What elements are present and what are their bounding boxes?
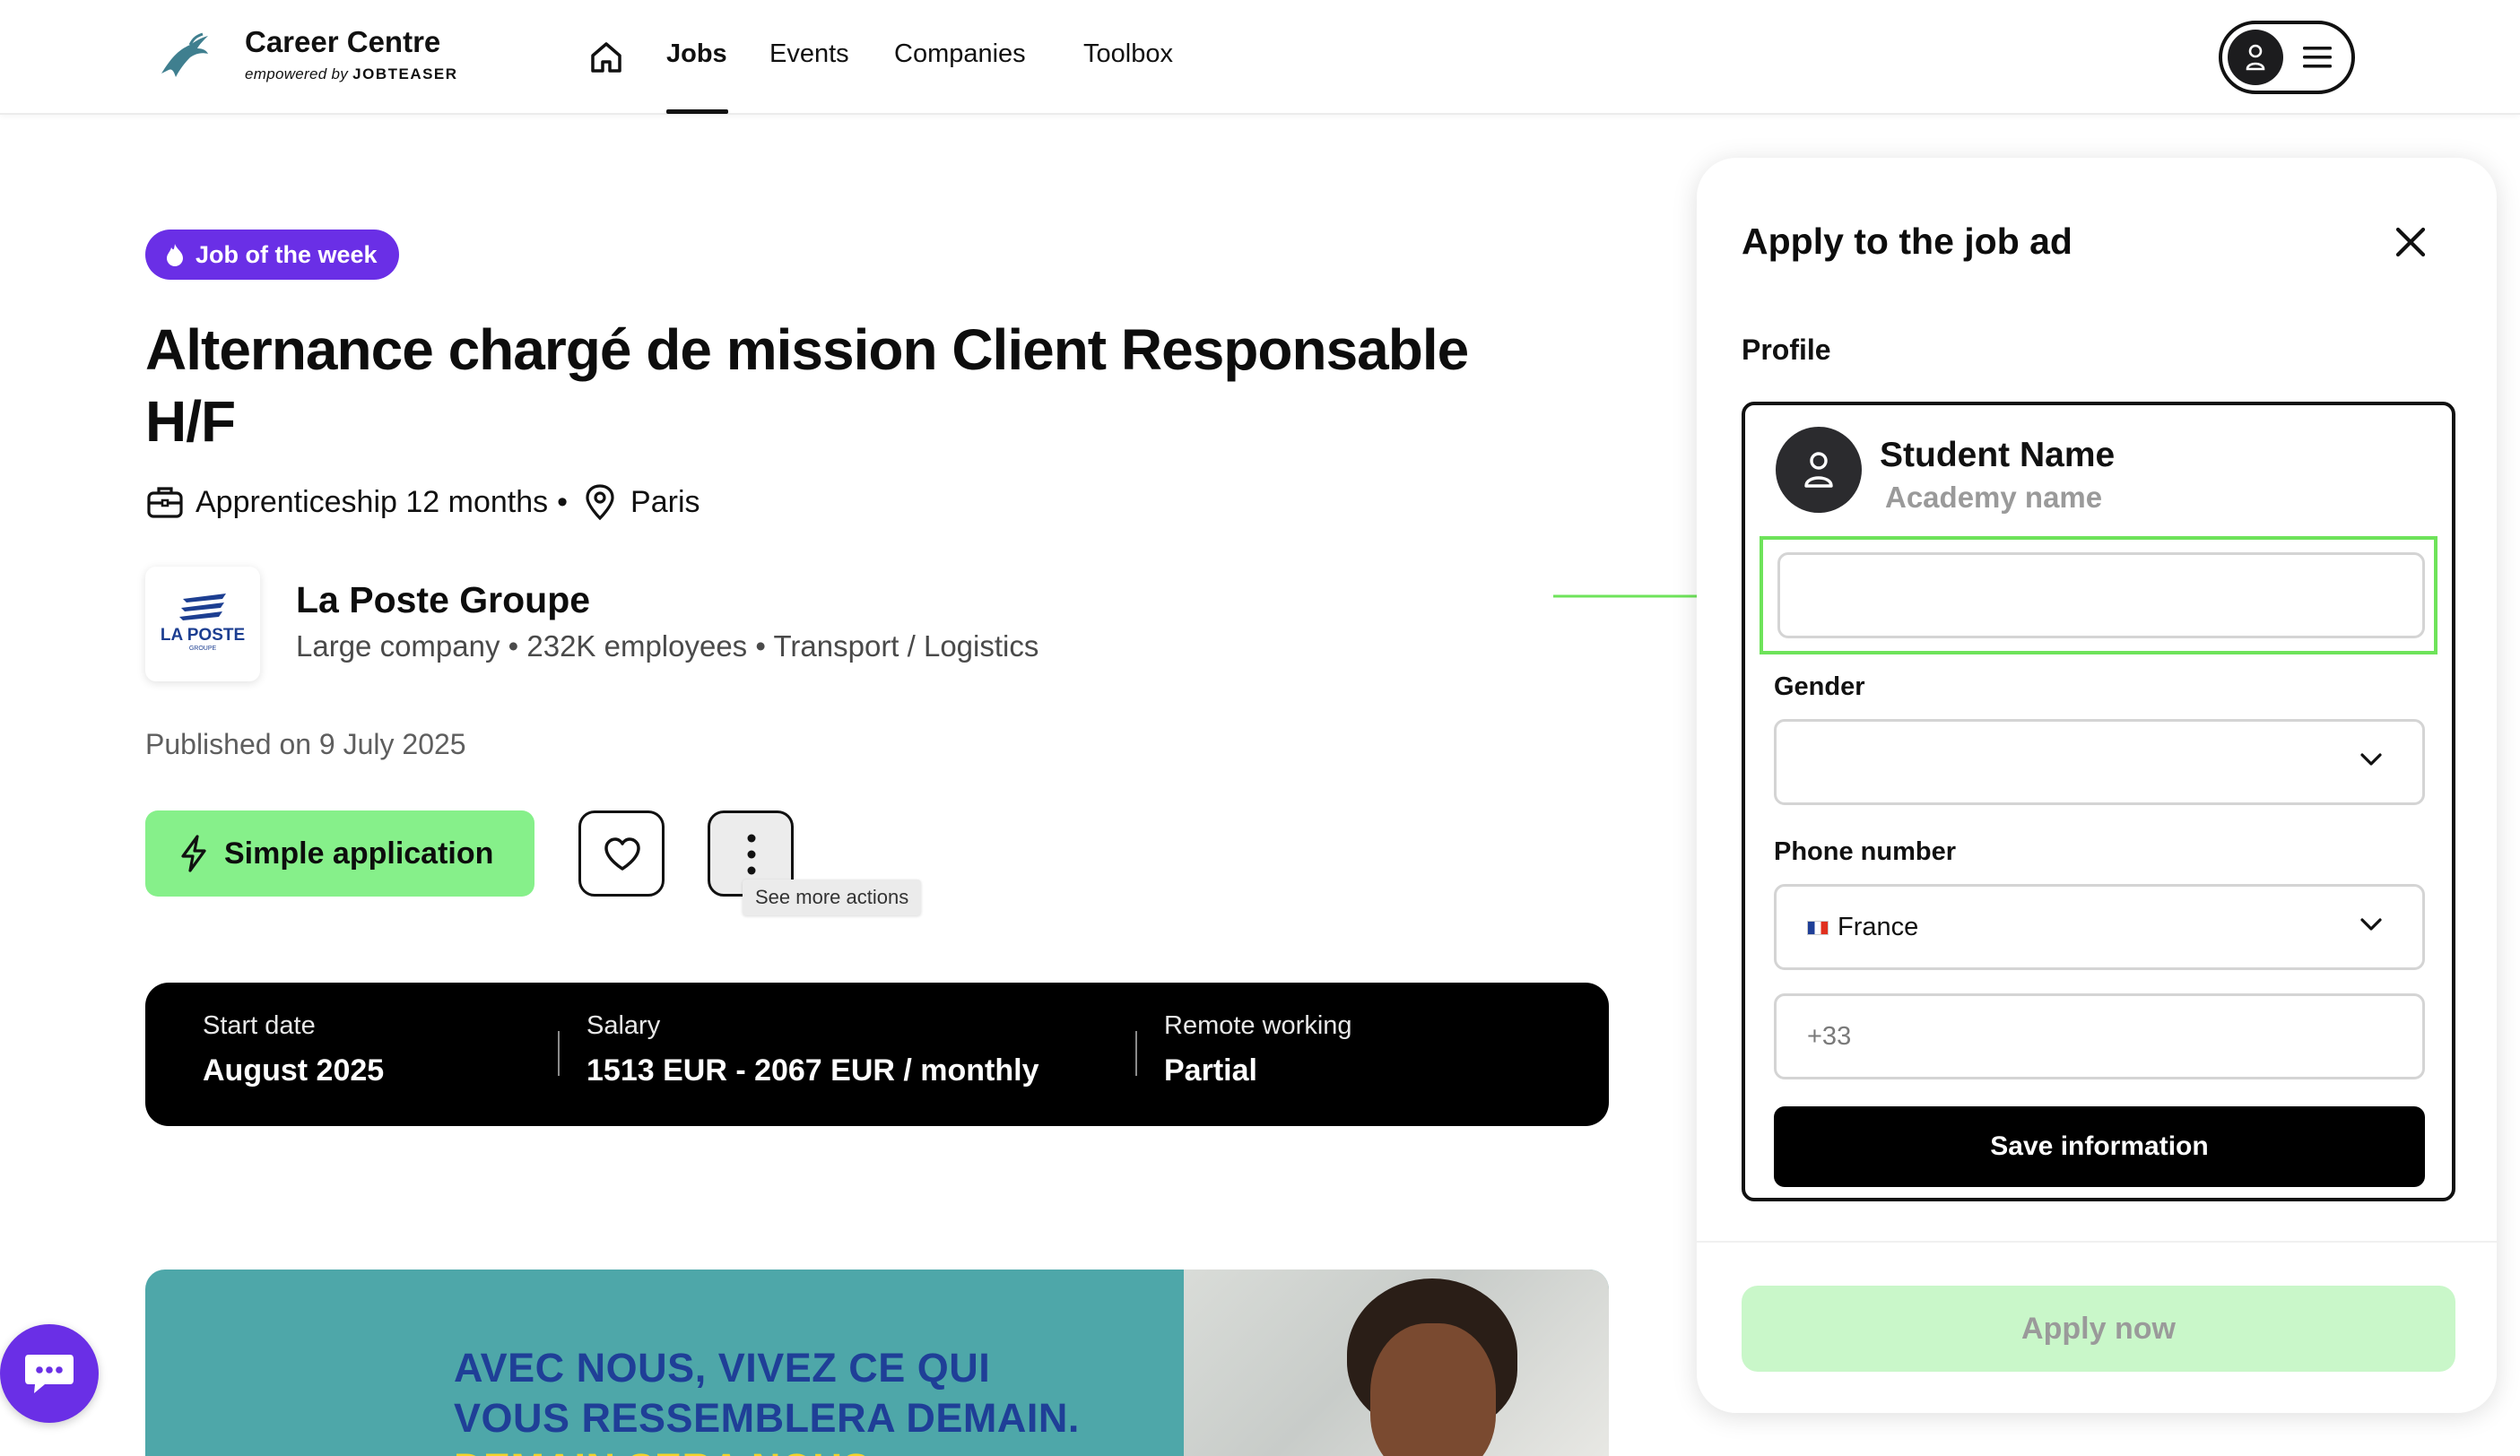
badge-label: Job of the week [196,241,378,268]
info-value: August 2025 [203,1053,385,1088]
phone-number-label: Phone number [1774,837,1957,866]
apply-panel: Apply to the job ad Profile Student Name… [1697,158,2497,1413]
profile-label: Profile [1742,334,1831,366]
apply-button-label: Simple application [224,836,494,871]
job-title: Alternance chargé de mission Client Resp… [145,317,1469,454]
close-icon[interactable] [2393,224,2429,260]
home-icon[interactable] [588,39,624,75]
user-icon [1804,452,1833,488]
info-divider [1135,1031,1137,1076]
highlighted-field-frame [1760,536,2437,654]
academy-name: Academy name [1885,481,2103,514]
panel-title: Apply to the job ad [1742,221,2072,262]
job-info-bar: Start date August 2025 Salary 1513 EUR -… [145,983,1609,1126]
company-banner: AVEC NOUS, VIVEZ CE QUI VOUS RESSEMBLERA… [145,1270,1609,1456]
info-salary: Salary 1513 EUR - 2067 EUR / monthly [587,1011,1039,1088]
job-location: Paris [630,484,700,519]
info-remote: Remote working Partial [1164,1011,1352,1088]
briefcase-icon [147,487,183,518]
student-name: Student Name [1880,436,2116,474]
profile-card: Student Name Academy name Gender Phone n… [1742,402,2455,1201]
hamburger-menu-icon [2303,47,2332,68]
avatar [2228,30,2283,85]
brand-subtitle: empowered by JOBTEASER [245,65,458,83]
panel-footer: Apply now [1697,1241,2497,1413]
job-of-the-week-badge: Job of the week [145,230,399,280]
nav-toolbox[interactable]: Toolbox [1083,39,1173,69]
job-meta: Apprenticeship 12 months • Paris [145,479,700,525]
company-name[interactable]: La Poste Groupe [296,579,590,621]
chat-bubble-icon [25,1355,74,1393]
gender-select[interactable] [1774,719,2425,805]
info-label: Start date [203,1011,316,1040]
user-menu-button[interactable] [2219,21,2355,94]
country-value: France [1838,913,1919,941]
nav-events[interactable]: Events [769,39,849,69]
profile-text-field[interactable] [1777,552,2425,638]
career-centre-logo-icon[interactable] [158,32,212,81]
info-label: Remote working [1164,1011,1352,1040]
brand-title[interactable]: Career Centre [245,25,440,59]
company-logo[interactable]: LA POSTE GROUPE [145,567,260,681]
info-label: Salary [587,1011,661,1040]
chevron-down-icon [2360,753,2382,766]
apply-now-button[interactable]: Apply now [1742,1286,2455,1372]
country-code-select[interactable]: France [1774,884,2425,970]
contract-type: Apprenticeship 12 months [196,484,549,519]
more-actions-tooltip: See more actions [743,880,922,915]
top-header: Career Centre empowered by JOBTEASER Job… [0,0,2520,115]
brand-sub-prefix: empowered by [245,65,349,82]
lightning-icon [181,835,206,872]
active-nav-underline [666,109,728,114]
chat-button[interactable] [0,1324,99,1423]
user-icon [2246,44,2265,71]
flame-icon [167,244,183,266]
la-poste-bird-icon [179,594,226,620]
phone-number-input[interactable] [1774,993,2425,1079]
info-start-date: Start date August 2025 [203,1011,384,1088]
info-value: Partial [1164,1053,1257,1088]
gender-label: Gender [1774,672,1865,701]
banner-photo-face [1370,1323,1496,1456]
nav-jobs[interactable]: Jobs [666,39,727,69]
info-divider [558,1031,560,1076]
heart-icon [604,837,640,871]
more-vertical-icon [747,834,756,875]
france-flag-icon [1807,921,1829,936]
meta-separator: • [557,484,569,519]
info-value: 1513 EUR - 2067 EUR / monthly [587,1053,1039,1088]
company-logo-subtext: GROUPE [188,646,217,652]
favorite-button[interactable] [578,810,665,897]
published-date: Published on 9 July 2025 [145,728,466,760]
brand-sub-name: JOBTEASER [352,65,458,82]
chevron-down-icon [2360,918,2382,931]
company-logo-text: LA POSTE [160,626,246,645]
profile-avatar [1776,427,1862,513]
save-information-button[interactable]: Save information [1774,1106,2425,1187]
location-pin-icon [586,484,614,521]
banner-line-2: VOUS RESSEMBLERA DEMAIN. [454,1395,1080,1441]
nav-companies[interactable]: Companies [894,39,1026,69]
banner-slogan: AVEC NOUS, VIVEZ CE QUI VOUS RESSEMBLERA… [454,1343,1080,1456]
company-info: Large company • 232K employees • Transpo… [296,629,1039,663]
banner-line-1: AVEC NOUS, VIVEZ CE QUI [454,1345,991,1391]
simple-application-button[interactable]: Simple application [145,810,534,897]
banner-line-3: DEMAIN SERA NOUS [454,1443,1080,1456]
